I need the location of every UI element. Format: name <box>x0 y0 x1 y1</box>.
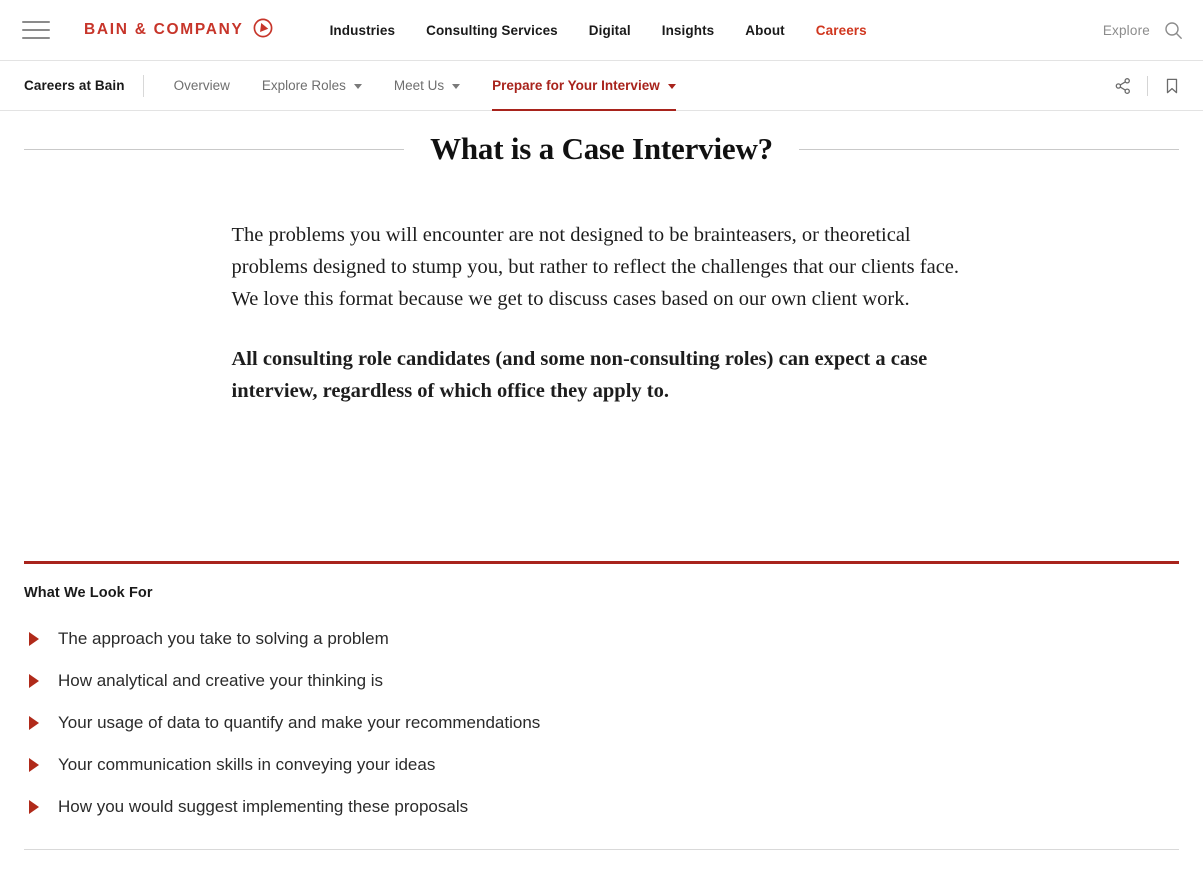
nav-item-consulting-services[interactable]: Consulting Services <box>426 23 558 38</box>
article-paragraph-emphasis: All consulting role candidates (and some… <box>231 348 928 402</box>
subnav-item-label: Explore Roles <box>261 78 346 93</box>
site-header: BAIN & COMPANY Industries Consulting Ser… <box>0 0 1203 61</box>
triangle-right-bullet-icon <box>29 674 39 688</box>
subnav-item-label: Overview <box>173 78 230 93</box>
hamburger-bar <box>22 21 50 23</box>
list-item: How you would suggest implementing these… <box>24 795 1179 818</box>
triangle-right-bullet-icon <box>29 758 39 772</box>
subnav-item-overview[interactable]: Overview <box>158 61 246 110</box>
bain-circle-arrow-logo-icon <box>253 18 273 43</box>
triangle-right-bullet-icon <box>29 716 39 730</box>
list-item: Your usage of data to quantify and make … <box>24 711 1179 734</box>
share-icon[interactable] <box>1114 77 1132 95</box>
subnav-item-label: Meet Us <box>393 78 445 93</box>
list-item: Your communication skills in conveying y… <box>24 753 1179 776</box>
hamburger-bar <box>22 29 50 31</box>
divider <box>142 74 144 97</box>
hamburger-menu-icon[interactable] <box>22 19 56 41</box>
section-title: Careers at Bain <box>24 78 125 93</box>
nav-item-about[interactable]: About <box>745 23 784 38</box>
brand-wordmark: BAIN & COMPANY <box>84 21 244 38</box>
list-item-label: How analytical and creative your thinkin… <box>58 671 384 690</box>
divider <box>1147 75 1148 96</box>
article-body: What is a Case Interview? The problems y… <box>0 131 1203 407</box>
headline-row: What is a Case Interview? <box>24 131 1180 167</box>
list-item: How analytical and creative your thinkin… <box>24 669 1179 692</box>
nav-item-insights[interactable]: Insights <box>662 23 715 38</box>
what-we-look-for-section: What We Look For The approach you take t… <box>24 435 1179 818</box>
section-navigation-bar: Careers at Bain Overview Explore Roles M… <box>0 61 1203 111</box>
brand-logo[interactable]: BAIN & COMPANY <box>84 18 273 43</box>
chevron-down-icon <box>353 84 362 89</box>
look-for-list: The approach you take to solving a probl… <box>24 627 1179 818</box>
page-actions <box>1114 61 1181 110</box>
section-heading: What We Look For <box>24 585 153 601</box>
triangle-right-bullet-icon <box>29 632 39 646</box>
bookmark-icon[interactable] <box>1163 77 1181 95</box>
list-item-label: How you would suggest implementing these… <box>58 797 469 816</box>
search-icon[interactable] <box>1164 21 1183 40</box>
decorative-rule-right <box>798 148 1180 150</box>
list-item-label: Your communication skills in conveying y… <box>58 755 436 774</box>
chevron-down-icon <box>667 84 676 89</box>
list-item-label: Your usage of data to quantify and make … <box>58 713 541 732</box>
list-item: The approach you take to solving a probl… <box>24 627 1179 650</box>
nav-item-careers[interactable]: Careers <box>816 23 867 38</box>
article-text: The problems you will encounter are not … <box>232 167 972 407</box>
subnav-item-explore-roles[interactable]: Explore Roles <box>246 61 378 110</box>
header-utilities: Explore <box>1103 0 1183 61</box>
subnav-item-meet-us[interactable]: Meet Us <box>378 61 476 110</box>
section-navigation-items: Careers at Bain Overview Explore Roles M… <box>0 61 692 111</box>
hamburger-bar <box>22 37 50 39</box>
explore-link[interactable]: Explore <box>1103 23 1150 38</box>
page-title: What is a Case Interview? <box>430 131 773 166</box>
section-accent-rule <box>24 561 1179 564</box>
chevron-down-icon <box>452 84 461 89</box>
nav-item-digital[interactable]: Digital <box>589 23 631 38</box>
nav-item-industries[interactable]: Industries <box>330 23 396 38</box>
list-item-label: The approach you take to solving a probl… <box>58 629 389 648</box>
footer-divider <box>24 849 1179 850</box>
primary-navigation: Industries Consulting Services Digital I… <box>330 23 867 38</box>
triangle-right-bullet-icon <box>29 800 39 814</box>
article-paragraph: The problems you will encounter are not … <box>231 224 960 310</box>
subnav-item-label: Prepare for Your Interview <box>492 78 660 93</box>
subnav-item-prepare-for-your-interview[interactable]: Prepare for Your Interview <box>476 61 692 111</box>
decorative-rule-left <box>24 148 405 150</box>
